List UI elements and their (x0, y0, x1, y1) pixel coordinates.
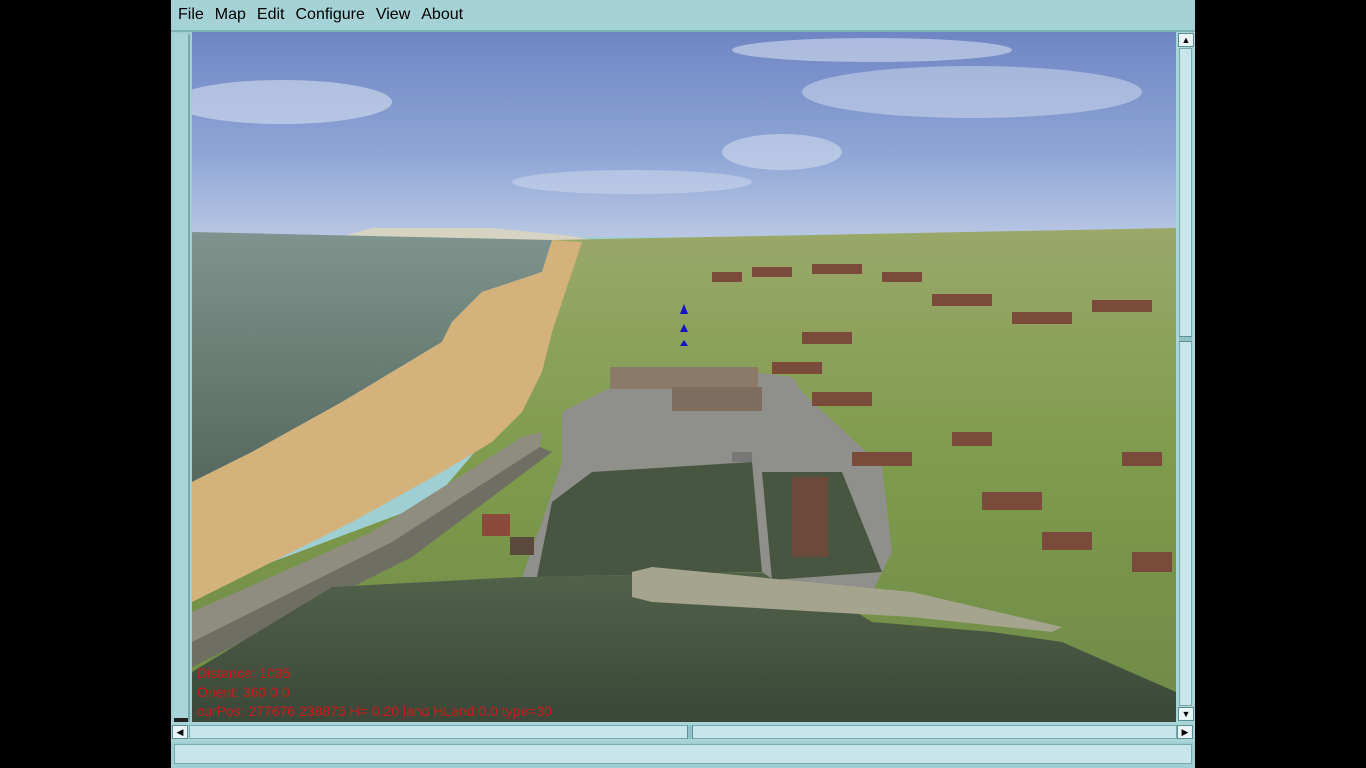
scroll-up-button[interactable]: ▲ (1178, 33, 1194, 47)
scroll-down-button[interactable]: ▼ (1178, 707, 1194, 721)
menu-configure[interactable]: Configure (291, 6, 368, 24)
horizontal-scroll-track[interactable] (189, 725, 1177, 739)
menu-map[interactable]: Map (211, 6, 250, 24)
vertical-scrollbar[interactable]: ▲ ▼ (1176, 32, 1195, 722)
horizontal-scroll-thumb[interactable] (687, 725, 693, 739)
3d-map-viewport[interactable] (192, 32, 1176, 722)
debug-overlay: Distance: 1035 Orient: 360 0 0 curPos: 2… (197, 664, 552, 721)
terrain-render[interactable] (192, 32, 1176, 722)
orient-readout: Orient: 360 0 0 (197, 684, 290, 700)
cursor-position-readout: curPos: 277676 238875 H= 0.20 land HLand… (197, 703, 552, 719)
vertical-scroll-thumb[interactable] (1179, 336, 1192, 342)
menu-bar: File Map Edit Configure View About (171, 0, 1195, 32)
menu-about[interactable]: About (417, 6, 467, 24)
menu-file[interactable]: File (174, 6, 208, 24)
menu-edit[interactable]: Edit (253, 6, 289, 24)
left-ruler[interactable] (174, 34, 190, 722)
scroll-left-button[interactable]: ◀ (172, 725, 188, 739)
scroll-right-button[interactable]: ▶ (1177, 725, 1193, 739)
vertical-scroll-track[interactable] (1179, 48, 1192, 706)
menu-view[interactable]: View (372, 6, 414, 24)
editor-window: File Map Edit Configure View About Dista… (171, 0, 1195, 768)
distance-readout: Distance: 1035 (197, 665, 291, 681)
horizontal-scrollbar[interactable]: ◀ ▶ (171, 722, 1195, 742)
status-bar (174, 744, 1192, 764)
